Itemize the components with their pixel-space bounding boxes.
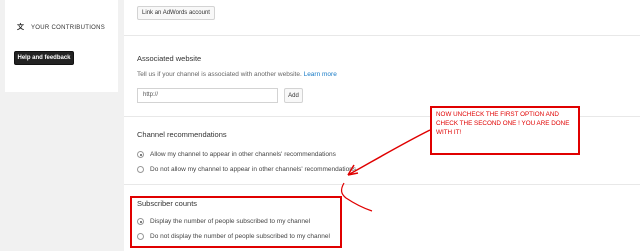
website-url-input[interactable]: http:// [137,88,278,103]
help-and-feedback-button[interactable]: Help and feedback [14,51,74,65]
translate-icon: 文 [17,24,25,31]
sidebar-nav-panel: 文 YOUR CONTRIBUTIONS [5,0,118,92]
channel-recommendations-title: Channel recommendations [137,130,227,139]
learn-more-link[interactable]: Learn more [304,71,337,78]
add-website-button[interactable]: Add [284,88,303,103]
sidebar-item-label: YOUR CONTRIBUTIONS [31,25,106,31]
radio-button[interactable] [137,166,144,173]
associated-website-description: Tell us if your channel is associated wi… [137,71,337,78]
annotation-note: NOW UNCHECK THE FIRST OPTION AND CHECK T… [430,106,580,155]
link-adwords-account-button[interactable]: Link an AdWords account [137,6,215,20]
associated-website-title: Associated website [137,54,202,63]
option-label: Do not allow my channel to appear in oth… [150,166,357,173]
sidebar: 文 YOUR CONTRIBUTIONS Help and feedback [0,0,120,251]
option-label: Allow my channel to appear in other chan… [150,151,336,158]
divider [124,184,640,185]
radio-button-checked[interactable] [137,151,144,158]
associated-website-description-text: Tell us if your channel is associated wi… [137,71,302,78]
allow-recommendations-option[interactable]: Allow my channel to appear in other chan… [137,151,336,158]
disallow-recommendations-option[interactable]: Do not allow my channel to appear in oth… [137,166,356,173]
sidebar-item-your-contributions[interactable]: 文 YOUR CONTRIBUTIONS [17,24,105,32]
divider [124,35,640,36]
annotation-highlight-box [130,196,342,248]
